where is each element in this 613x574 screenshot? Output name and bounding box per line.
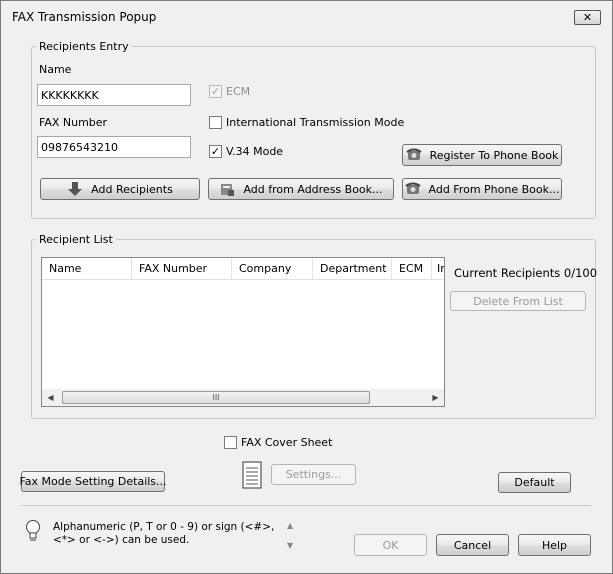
down-arrow-icon	[67, 181, 83, 197]
scroll-left-icon[interactable]: ◀	[42, 389, 59, 406]
add-from-address-book-button[interactable]: Add from Address Book...	[208, 178, 394, 200]
register-phone-book-label: Register To Phone Book	[429, 148, 559, 162]
ecm-label: ECM	[226, 85, 251, 98]
add-from-phone-book-button[interactable]: Add From Phone Book...	[402, 178, 562, 200]
title-bar[interactable]: FAX Transmission Popup ✕	[1, 1, 612, 31]
column-header-ecm[interactable]: ECM	[392, 258, 432, 280]
fax-transmission-window: FAX Transmission Popup ✕ Recipients Entr…	[0, 0, 613, 574]
help-button[interactable]: Help	[518, 534, 591, 556]
add-from-address-book-label: Add from Address Book...	[243, 182, 383, 196]
add-from-phone-book-label: Add From Phone Book...	[428, 182, 560, 196]
name-label: Name	[39, 63, 72, 76]
current-recipients-count: Current Recipients 0/100	[454, 266, 598, 280]
phone-book-icon	[404, 181, 421, 197]
v34-mode-label: V.34 Mode	[226, 145, 284, 158]
delete-from-list-button[interactable]: Delete From List	[450, 291, 586, 311]
add-recipients-button[interactable]: Add Recipients	[40, 178, 200, 200]
register-phone-book-button[interactable]: Register To Phone Book	[402, 144, 562, 166]
lightbulb-icon	[25, 519, 41, 543]
ecm-checkbox[interactable]: ✓	[209, 85, 222, 98]
hint-scrollbar[interactable]: ▲ ▼	[285, 521, 299, 553]
v34-mode-checkbox[interactable]: ✓	[209, 145, 222, 158]
recipient-list-label: Recipient List	[36, 233, 116, 246]
close-button[interactable]: ✕	[574, 10, 601, 25]
international-mode-checkbox[interactable]	[209, 116, 222, 129]
add-recipients-label: Add Recipients	[91, 182, 173, 196]
footer-separator	[21, 505, 591, 506]
hint-area: Alphanumeric (P, T or 0 - 9) or sign (<#…	[21, 516, 303, 556]
fax-cover-sheet-label: FAX Cover Sheet	[241, 436, 333, 449]
scroll-up-icon[interactable]: ▲	[287, 521, 293, 530]
column-header-name[interactable]: Name	[42, 258, 132, 280]
column-header-international[interactable]: In	[432, 258, 444, 280]
column-header-fax-number[interactable]: FAX Number	[132, 258, 232, 280]
cover-sheet-settings-button[interactable]: Settings...	[271, 464, 356, 485]
recipient-list-view[interactable]: Name FAX Number Company Department ECM I…	[41, 257, 445, 407]
default-button[interactable]: Default	[498, 472, 571, 493]
address-book-icon	[219, 181, 235, 197]
international-mode-label: International Transmission Mode	[226, 116, 405, 129]
fax-cover-sheet-checkbox[interactable]	[224, 436, 237, 449]
column-header-department[interactable]: Department	[313, 258, 392, 280]
fax-number-field[interactable]: 09876543210	[37, 136, 191, 158]
fax-number-label: FAX Number	[39, 116, 108, 129]
hint-text: Alphanumeric (P, T or 0 - 9) or sign (<#…	[53, 521, 275, 546]
cancel-button[interactable]: Cancel	[436, 534, 509, 556]
phone-book-register-icon	[406, 147, 422, 163]
recipients-entry-label: Recipients Entry	[36, 40, 132, 53]
window-title: FAX Transmission Popup	[12, 10, 157, 24]
scroll-right-icon[interactable]: ▶	[427, 389, 444, 406]
list-header: Name FAX Number Company Department ECM I…	[42, 258, 444, 280]
fax-mode-setting-details-button[interactable]: Fax Mode Setting Details...	[19, 471, 167, 492]
name-field[interactable]: KKKKKKKK	[37, 84, 191, 106]
ok-button[interactable]: OK	[354, 534, 427, 556]
horizontal-scrollbar[interactable]: ◀ III ▶	[42, 389, 444, 406]
scroll-down-icon[interactable]: ▼	[287, 541, 293, 550]
cover-sheet-document-icon	[242, 461, 262, 489]
scroll-thumb[interactable]: III	[62, 391, 370, 404]
column-header-company[interactable]: Company	[232, 258, 313, 280]
